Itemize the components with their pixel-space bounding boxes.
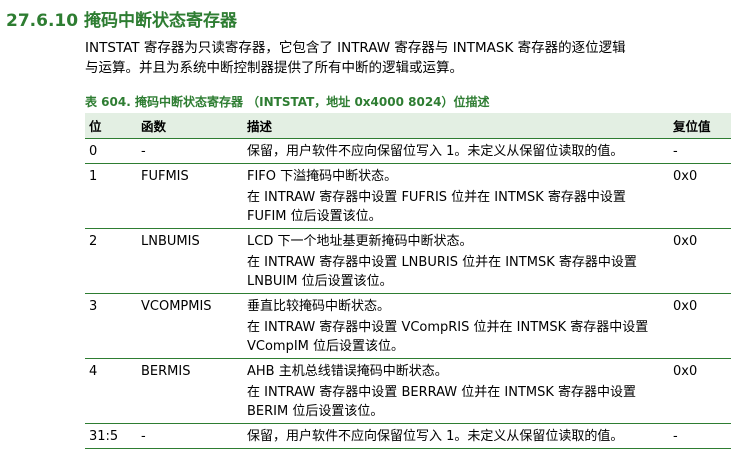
- cell-bit: 31:5: [85, 423, 137, 449]
- section-title: 掩码中断状态寄存器: [84, 11, 237, 31]
- cell-reset: -: [669, 423, 731, 449]
- cell-bit: 4: [85, 358, 137, 424]
- bit-description-table: 位 函数 描述 复位值 0 - 保留，用户软件不应向保留位写入 1。未定义从保留…: [85, 113, 731, 449]
- cell-symbol: FUFMIS: [137, 163, 243, 229]
- section-number: 27.6.10: [6, 11, 79, 31]
- cell-reset: 0x0: [669, 358, 731, 424]
- cell-description: AHB 主机总线错误掩码中断状态。 在 INTRAW 寄存器中设置 BERRAW…: [243, 358, 669, 424]
- cell-reset: -: [669, 138, 731, 164]
- table-caption: 表 604. 掩码中断状态寄存器 （INTSTAT，地址 0x4000 8024…: [85, 95, 490, 109]
- cell-description: FIFO 下溢掩码中断状态。 在 INTRAW 寄存器中设置 FUFRIS 位并…: [243, 163, 669, 229]
- cell-symbol: BERMIS: [137, 358, 243, 424]
- table-row: 1 FUFMIS FIFO 下溢掩码中断状态。 在 INTRAW 寄存器中设置 …: [85, 163, 731, 229]
- cell-bit: 0: [85, 138, 137, 164]
- header-bit: 位: [85, 113, 137, 139]
- intro-line-2: 与运算。并且为系统中断控制器提供了所有中断的逻辑或运算。: [85, 60, 463, 76]
- cell-symbol: -: [137, 138, 243, 164]
- cell-reset: 0x0: [669, 293, 731, 359]
- description-line: 垂直比较掩码中断状态。: [247, 299, 391, 314]
- description-detail: 在 INTRAW 寄存器中设置 FUFRIS 位并在 INTMSK 寄存器中设置…: [247, 190, 626, 224]
- cell-symbol: LNBUMIS: [137, 228, 243, 294]
- cell-description: 垂直比较掩码中断状态。 在 INTRAW 寄存器中设置 VCompRIS 位并在…: [243, 293, 669, 359]
- header-symbol: 函数: [137, 113, 243, 139]
- cell-description: 保留，用户软件不应向保留位写入 1。未定义从保留位读取的值。: [243, 423, 669, 449]
- description-detail: 在 INTRAW 寄存器中设置 LNBURIS 位并在 INTMSK 寄存器中设…: [247, 255, 637, 289]
- cell-bit: 1: [85, 163, 137, 229]
- cell-bit: 3: [85, 293, 137, 359]
- section-heading: 27.6.10 掩码中断状态寄存器: [6, 6, 237, 31]
- description-detail: 在 INTRAW 寄存器中设置 BERRAW 位并在 INTMSK 寄存器中设置…: [247, 385, 637, 419]
- table-row: 3 VCOMPMIS 垂直比较掩码中断状态。 在 INTRAW 寄存器中设置 V…: [85, 293, 731, 359]
- cell-reset: 0x0: [669, 163, 731, 229]
- header-reset-value: 复位值: [669, 113, 731, 139]
- description-line: FIFO 下溢掩码中断状态。: [247, 169, 398, 184]
- header-description: 描述: [243, 113, 669, 139]
- description-detail: 在 INTRAW 寄存器中设置 VCompRIS 位并在 INTMSK 寄存器中…: [247, 320, 649, 354]
- cell-symbol: -: [137, 423, 243, 449]
- cell-bit: 2: [85, 228, 137, 294]
- table-header-row: 位 函数 描述 复位值: [85, 113, 731, 139]
- cell-description: 保留，用户软件不应向保留位写入 1。未定义从保留位读取的值。: [243, 138, 669, 164]
- description-line: AHB 主机总线错误掩码中断状态。: [247, 364, 448, 379]
- cell-description: LCD 下一个地址基更新掩码中断状态。 在 INTRAW 寄存器中设置 LNBU…: [243, 228, 669, 294]
- table-row: 2 LNBUMIS LCD 下一个地址基更新掩码中断状态。 在 INTRAW 寄…: [85, 228, 731, 294]
- intro-line-1: INTSTAT 寄存器为只读寄存器，它包含了 INTRAW 寄存器与 INTMA…: [85, 40, 626, 56]
- cell-symbol: VCOMPMIS: [137, 293, 243, 359]
- description-line: LCD 下一个地址基更新掩码中断状态。: [247, 234, 473, 249]
- intro-paragraph: INTSTAT 寄存器为只读寄存器，它包含了 INTRAW 寄存器与 INTMA…: [85, 38, 730, 78]
- description-line: 保留，用户软件不应向保留位写入 1。未定义从保留位读取的值。: [247, 429, 624, 444]
- table-row: 4 BERMIS AHB 主机总线错误掩码中断状态。 在 INTRAW 寄存器中…: [85, 358, 731, 424]
- description-line: 保留，用户软件不应向保留位写入 1。未定义从保留位读取的值。: [247, 144, 624, 159]
- table-row: 0 - 保留，用户软件不应向保留位写入 1。未定义从保留位读取的值。 -: [85, 138, 731, 164]
- cell-reset: 0x0: [669, 228, 731, 294]
- table-row: 31:5 - 保留，用户软件不应向保留位写入 1。未定义从保留位读取的值。 -: [85, 423, 731, 449]
